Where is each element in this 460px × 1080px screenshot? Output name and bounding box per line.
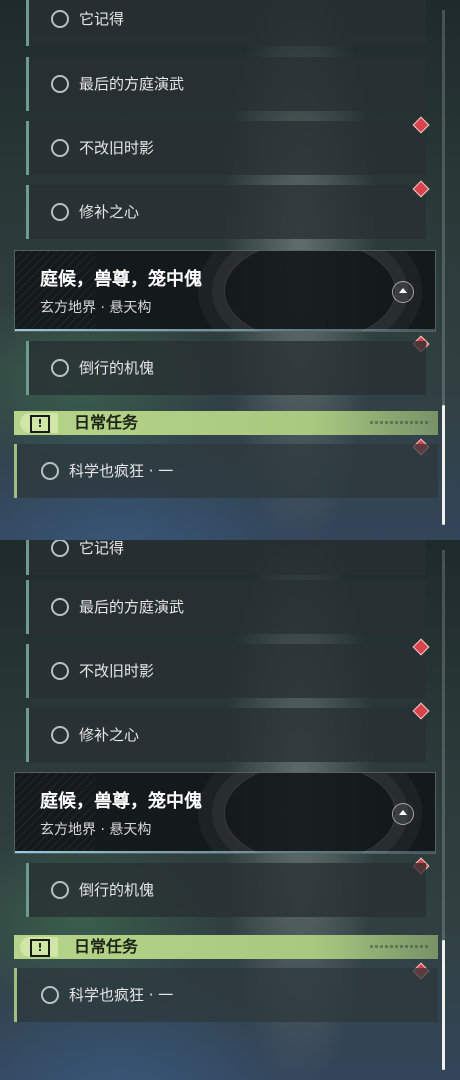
header-decoration bbox=[370, 945, 428, 948]
quest-item[interactable]: 最后的方庭演武 bbox=[26, 580, 426, 634]
quest-label: 修补之心 bbox=[79, 726, 140, 744]
daily-quest-item[interactable]: 科学也疯狂 · 一 bbox=[14, 968, 438, 1022]
chapter-subtitle: 玄方地界 · 悬天构 bbox=[40, 300, 152, 316]
circle-icon bbox=[51, 726, 69, 744]
quest-item[interactable]: 修补之心 bbox=[26, 185, 426, 239]
quest-item[interactable]: 它记得 bbox=[26, 0, 426, 46]
quest-panel-bottom: 它记得 最后的方庭演武 不改旧时影 修补之心 庭候，兽尊，笼中傀 玄方地界 · … bbox=[0, 540, 460, 1080]
chevron-up-icon[interactable] bbox=[392, 803, 414, 825]
exclamation-box-icon: ! bbox=[30, 939, 50, 957]
stripe-decoration bbox=[15, 251, 95, 331]
daily-badge: ! bbox=[20, 413, 58, 433]
circle-icon bbox=[51, 540, 69, 557]
contour-decoration bbox=[225, 251, 395, 331]
circle-icon bbox=[41, 986, 59, 1004]
chevron-up-icon[interactable] bbox=[392, 281, 414, 303]
daily-quest-header[interactable]: ! 日常任务 bbox=[14, 935, 438, 959]
circle-icon bbox=[51, 203, 69, 221]
chapter-underline bbox=[15, 329, 435, 331]
quest-label: 它记得 bbox=[79, 540, 125, 557]
circle-icon bbox=[41, 462, 59, 480]
quest-item[interactable]: 不改旧时影 bbox=[26, 644, 426, 698]
quest-label: 最后的方庭演武 bbox=[79, 598, 185, 616]
contour-decoration bbox=[225, 773, 395, 853]
quest-label: 倒行的机傀 bbox=[79, 881, 155, 899]
circle-icon bbox=[51, 139, 69, 157]
chapter-header[interactable]: 庭候，兽尊，笼中傀 玄方地界 · 悬天构 bbox=[14, 772, 436, 854]
quest-panel-top: 它记得 最后的方庭演武 不改旧时影 修补之心 庭候，兽尊，笼中傀 玄方地界 · … bbox=[0, 0, 460, 540]
quest-label: 不改旧时影 bbox=[79, 662, 155, 680]
quest-label: 倒行的机傀 bbox=[79, 359, 155, 377]
circle-icon bbox=[51, 10, 69, 28]
quest-label: 修补之心 bbox=[79, 203, 140, 221]
quest-label: 科学也疯狂 · 一 bbox=[69, 462, 174, 480]
chapter-underline bbox=[15, 851, 435, 853]
quest-item[interactable]: 它记得 bbox=[26, 540, 426, 575]
scrollbar-thumb[interactable] bbox=[442, 940, 445, 1070]
scrollbar-thumb[interactable] bbox=[442, 405, 445, 525]
circle-icon bbox=[51, 598, 69, 616]
chapter-title: 庭候，兽尊，笼中傀 bbox=[40, 791, 202, 812]
daily-quest-item[interactable]: 科学也疯狂 · 一 bbox=[14, 444, 438, 498]
daily-title: 日常任务 bbox=[74, 413, 139, 432]
quest-item[interactable]: 倒行的机傀 bbox=[26, 863, 426, 917]
chapter-header[interactable]: 庭候，兽尊，笼中傀 玄方地界 · 悬天构 bbox=[14, 250, 436, 332]
chapter-subtitle: 玄方地界 · 悬天构 bbox=[40, 822, 152, 838]
quest-label: 最后的方庭演武 bbox=[79, 75, 185, 93]
circle-icon bbox=[51, 662, 69, 680]
quest-label: 科学也疯狂 · 一 bbox=[69, 986, 174, 1004]
header-decoration bbox=[370, 421, 428, 424]
circle-icon bbox=[51, 881, 69, 899]
daily-title: 日常任务 bbox=[74, 937, 139, 956]
circle-icon bbox=[51, 75, 69, 93]
scrollbar-track[interactable] bbox=[442, 550, 445, 1070]
quest-label: 它记得 bbox=[79, 10, 125, 28]
quest-item[interactable]: 最后的方庭演武 bbox=[26, 57, 426, 111]
stripe-decoration bbox=[15, 773, 95, 853]
quest-item[interactable]: 不改旧时影 bbox=[26, 121, 426, 175]
quest-item[interactable]: 修补之心 bbox=[26, 708, 426, 762]
chapter-title: 庭候，兽尊，笼中傀 bbox=[40, 269, 202, 290]
exclamation-box-icon: ! bbox=[30, 415, 50, 433]
quest-label: 不改旧时影 bbox=[79, 139, 155, 157]
quest-item[interactable]: 倒行的机傀 bbox=[26, 341, 426, 395]
daily-quest-header[interactable]: ! 日常任务 bbox=[14, 411, 438, 435]
scrollbar-track[interactable] bbox=[442, 10, 445, 525]
daily-badge: ! bbox=[20, 937, 58, 957]
circle-icon bbox=[51, 359, 69, 377]
